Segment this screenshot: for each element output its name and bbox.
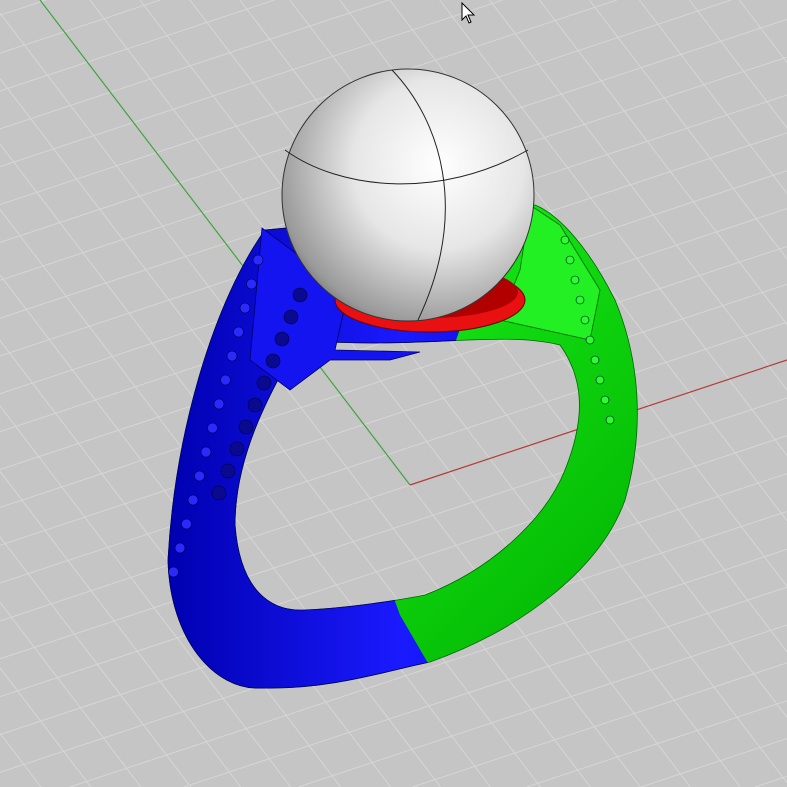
pave-stone	[605, 415, 615, 425]
grid-line	[0, 321, 787, 584]
pave-stone	[565, 255, 575, 265]
grid-line	[688, 0, 787, 129]
pave-stone	[256, 375, 272, 391]
grid-line	[738, 0, 787, 63]
pave-stone	[274, 331, 290, 347]
grid-line	[526, 700, 787, 787]
pave-stone	[585, 335, 595, 345]
pave-stone	[226, 350, 238, 362]
pave-stone	[213, 398, 225, 410]
grid-line	[640, 738, 787, 787]
grid-line	[0, 0, 47, 16]
pave-stone	[207, 422, 218, 434]
grid-line	[0, 536, 192, 787]
pave-stone	[211, 485, 227, 501]
pave-stone	[194, 470, 205, 482]
pave-stone	[575, 295, 585, 305]
pave-stone	[580, 315, 590, 325]
pave-stone	[265, 353, 281, 369]
pave-stone	[238, 419, 254, 435]
grid-line	[589, 0, 787, 260]
ring-model[interactable]	[167, 68, 638, 689]
cad-perspective-viewport[interactable]	[0, 0, 787, 787]
pave-stone	[187, 494, 199, 506]
grid-line	[0, 667, 92, 787]
pearl-sphere[interactable]	[281, 68, 535, 322]
pave-stone	[570, 275, 580, 285]
grid-line	[754, 775, 787, 787]
pave-stone	[247, 397, 263, 413]
pave-stone	[168, 566, 179, 578]
grid-line	[0, 732, 42, 787]
pave-stone	[246, 278, 257, 290]
pave-stone	[220, 374, 231, 386]
pave-stone	[229, 441, 245, 457]
pave-stone	[600, 395, 610, 405]
pave-stone	[239, 302, 251, 314]
grid-line	[638, 0, 787, 194]
grid-line	[412, 662, 787, 787]
pave-stone	[560, 235, 570, 245]
pave-stone	[283, 309, 299, 325]
pave-stone	[181, 518, 192, 530]
pave-stone	[292, 287, 308, 303]
pave-stone	[595, 375, 605, 385]
pave-stone	[174, 542, 186, 554]
pave-stone	[252, 254, 264, 266]
grid-line	[0, 0, 275, 92]
pave-stone	[590, 355, 600, 365]
viewport-canvas[interactable]	[0, 0, 787, 787]
pave-stone	[220, 463, 236, 479]
pave-stone	[233, 326, 244, 338]
pave-stone	[200, 446, 212, 458]
mouse-cursor-icon	[461, 1, 476, 24]
